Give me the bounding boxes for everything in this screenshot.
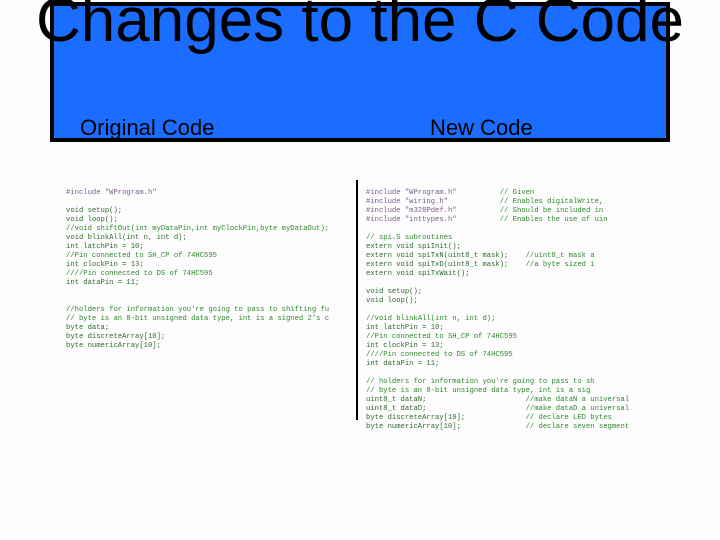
- code-line: int dataPin = 11;: [66, 279, 139, 287]
- code-line: extern void spiTxD(uint8_t mask);: [366, 261, 508, 269]
- code-line: #include "inttypes.h": [366, 216, 457, 224]
- code-line: #include "wiring.h": [366, 198, 448, 206]
- code-line: uint8_t dataN;: [366, 396, 426, 404]
- code-line: int latchPin = 10;: [366, 324, 444, 332]
- code-line: //Pin connected to SH_CP of 74HC595: [66, 252, 217, 260]
- code-line: byte data;: [66, 324, 109, 332]
- code-comment: //make dataD a universal: [526, 405, 630, 413]
- code-line: byte discreteArray[10];: [366, 414, 465, 422]
- subtitle-original: Original Code: [80, 115, 215, 141]
- code-line: // holders for information you're going …: [366, 378, 595, 386]
- code-line: void loop();: [66, 216, 118, 224]
- code-original: #include "WProgram.h" void setup(); void…: [66, 180, 356, 420]
- code-line: void setup();: [66, 207, 122, 215]
- code-line: extern void spiTxWait();: [366, 270, 470, 278]
- code-line: int clockPin = 13;: [366, 342, 444, 350]
- code-comment: // Enables digitalWrite,: [500, 198, 604, 206]
- code-line: ////Pin connected to DS of 74HC595: [66, 270, 213, 278]
- code-comment: //make dataN a universal: [526, 396, 630, 404]
- code-line: #include "m328Pdef.h": [366, 207, 457, 215]
- code-line: //void shiftOut(int myDataPin,int myCloc…: [66, 225, 329, 233]
- subtitle-new: New Code: [430, 115, 533, 141]
- code-line: byte numericArray[10];: [366, 423, 461, 431]
- code-line: extern void spiTxN(uint8_t mask);: [366, 252, 508, 260]
- code-comment: // declare LED bytes: [526, 414, 612, 422]
- code-line: extern void spiInit();: [366, 243, 461, 251]
- code-line: byte discreteArray[10];: [66, 333, 165, 341]
- code-comment: //uint8_t mask a: [526, 252, 595, 260]
- code-comment: // Should be included in: [500, 207, 604, 215]
- code-line: void loop();: [366, 297, 418, 305]
- code-line: #include "WProgram.h": [66, 189, 157, 197]
- code-line: //holders for information you're going t…: [66, 306, 329, 314]
- code-comparison: #include "WProgram.h" void setup(); void…: [66, 180, 656, 420]
- code-line: uint8_t dataD;: [366, 405, 426, 413]
- code-line: #include "WProgram.h": [366, 189, 457, 197]
- code-comment: //a byte sized i: [526, 261, 595, 269]
- code-line: void setup();: [366, 288, 422, 296]
- code-comment: // Enables the use of uin: [500, 216, 608, 224]
- code-line: int latchPin = 10;: [66, 243, 144, 251]
- code-new: #include "WProgram.h" // Given #include …: [358, 180, 654, 420]
- code-line: void blinkAll(int n, int d);: [66, 234, 187, 242]
- code-line: //void blinkAll(int n, int d);: [366, 315, 495, 323]
- code-line: // spi.S subroutines: [366, 234, 452, 242]
- code-line: // byte is an 8-bit unsigned data type, …: [66, 315, 329, 323]
- code-comment: // Given: [500, 189, 535, 197]
- code-line: //Pin connected to SH_CP of 74HC595: [366, 333, 517, 341]
- page-title: Changes to the C Code: [0, 0, 720, 53]
- code-line: int clockPin = 13;: [66, 261, 144, 269]
- code-line: byte numericArray[10];: [66, 342, 161, 350]
- code-line: // byte is an 8-bit unsigned data type, …: [366, 387, 590, 395]
- code-line: ////Pin connected to DS of 74HC595: [366, 351, 513, 359]
- code-comment: // declare seven segment: [526, 423, 630, 431]
- code-line: int dataPin = 11;: [366, 360, 439, 368]
